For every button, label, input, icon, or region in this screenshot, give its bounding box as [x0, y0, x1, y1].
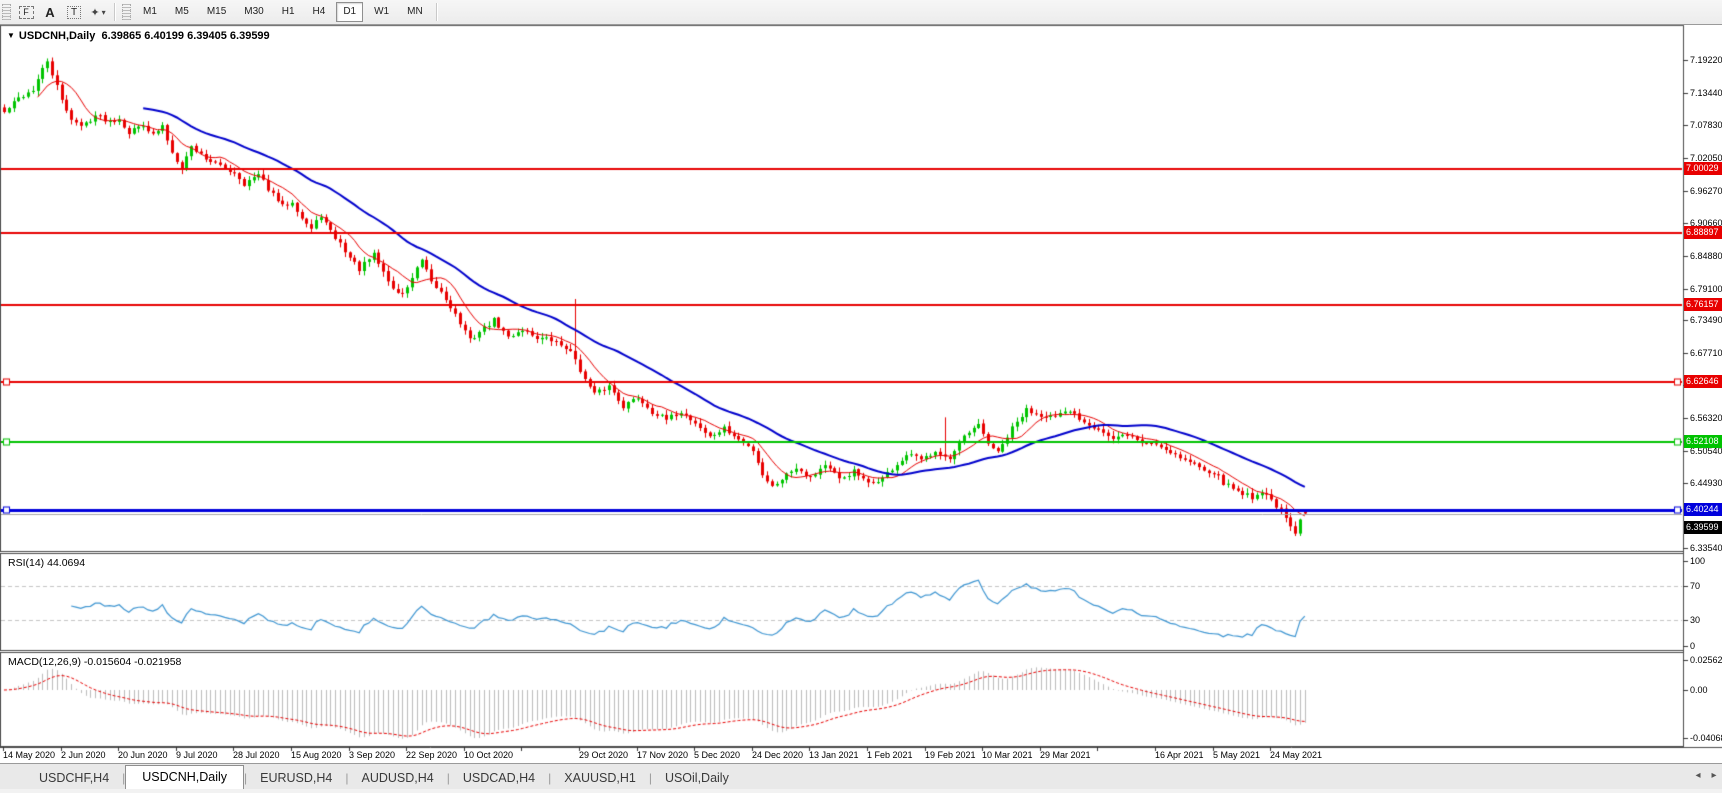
timeframe-button-m15[interactable]: M15 — [200, 2, 233, 22]
date-label: 20 Jun 2020 — [118, 750, 168, 760]
hline-price-badge: 6.52108 — [1684, 435, 1722, 448]
top-toolbar: F A T ✦ ▾ M1 M5 M15 M30 H1 H4 D1 W1 MN — [0, 0, 1722, 25]
macd-tick-label: 0.02562 — [1690, 655, 1722, 665]
chart-tab-usdchf-h4[interactable]: USDCHF,H4 — [26, 767, 122, 790]
timeframe-button-h4[interactable]: H4 — [306, 2, 333, 22]
chart-tab-xauusd-h1[interactable]: XAUUSD,H1 — [551, 767, 649, 790]
chart-tab-audusd-h4[interactable]: AUDUSD,H4 — [349, 767, 447, 790]
date-label: 17 Nov 2020 — [637, 750, 689, 760]
date-label: 5 May 2021 — [1213, 750, 1261, 760]
price-tick-label: 6.56320 — [1690, 413, 1722, 423]
chart-title: ▼ USDCNH,Daily 6.39865 6.40199 6.39405 6.… — [7, 30, 270, 42]
date-label: 22 Sep 2020 — [406, 750, 458, 760]
rsi-tick-label: 100 — [1690, 556, 1706, 566]
price-tick-label: 6.79100 — [1690, 284, 1722, 294]
chart-tab-eurusd-h4[interactable]: EURUSD,H4 — [247, 767, 345, 790]
timeframe-button-m1[interactable]: M1 — [136, 2, 164, 22]
date-label: 13 Jan 2021 — [809, 750, 859, 760]
price-tick-label: 7.07830 — [1690, 120, 1722, 130]
toolbar-grip[interactable] — [122, 4, 131, 20]
date-label: 3 Sep 2020 — [349, 750, 396, 760]
toolbar-grip[interactable] — [2, 4, 11, 20]
toolbar-separator — [435, 3, 438, 21]
timeframe-button-m30[interactable]: M30 — [237, 2, 270, 22]
hline-price-badge: 6.40244 — [1684, 503, 1722, 516]
date-label: 9 Jul 2020 — [176, 750, 218, 760]
chart-symbol: USDCNH,Daily — [18, 30, 96, 42]
rsi-label: RSI(14) 44.0694 — [8, 557, 86, 569]
date-label: 14 May 2020 — [3, 750, 56, 760]
date-label: 15 Aug 2020 — [291, 750, 342, 760]
timeframe-button-mn[interactable]: MN — [400, 2, 430, 22]
price-tick-label: 7.19220 — [1690, 55, 1722, 65]
timeframe-button-h1[interactable]: H1 — [275, 2, 302, 22]
chart-dropdown-icon[interactable]: ▼ — [7, 31, 15, 40]
macd-tick-label: -0.04068 — [1690, 733, 1722, 743]
price-tick-label: 6.96270 — [1690, 186, 1722, 196]
rsi-tick-label: 70 — [1690, 581, 1701, 591]
macd-label: MACD(12,26,9) -0.015604 -0.021958 — [8, 656, 182, 668]
text-tool-icon: A — [45, 4, 55, 20]
macd-tick-label: 0.00 — [1690, 685, 1708, 695]
date-label: 1 Feb 2021 — [867, 750, 913, 760]
timeframes-toolbar: M1 M5 M15 M30 H1 H4 D1 W1 MN — [134, 2, 432, 22]
hline-price-badge: 6.62646 — [1684, 375, 1722, 388]
hline-price-badge: 6.76157 — [1684, 298, 1722, 311]
price-tick-label: 6.84880 — [1690, 251, 1722, 261]
date-label: 29 Oct 2020 — [579, 750, 629, 760]
date-label: 28 Jul 2020 — [233, 750, 280, 760]
dropdown-caret-icon[interactable]: ▾ — [102, 8, 106, 17]
price-tick-label: 6.73490 — [1690, 315, 1722, 325]
timeframe-button-d1[interactable]: D1 — [336, 2, 364, 22]
arrows-tool-button[interactable]: ✦ ▾ — [87, 2, 109, 22]
timeframe-button-w1[interactable]: W1 — [367, 2, 396, 22]
price-tick-label: 7.13440 — [1690, 88, 1722, 98]
text-tool-button[interactable]: A — [39, 2, 61, 22]
rsi-value: 44.0694 — [47, 557, 86, 569]
date-label: 10 Mar 2021 — [982, 750, 1033, 760]
macd-values: -0.015604 -0.021958 — [83, 656, 182, 668]
line-studies-toolbar: F A T ✦ ▾ — [14, 2, 110, 22]
date-label: 16 Apr 2021 — [1155, 750, 1204, 760]
date-label: 24 May 2021 — [1270, 750, 1323, 760]
chart-tab-usdcad-h4[interactable]: USDCAD,H4 — [450, 767, 548, 790]
price-tick-label: 6.44930 — [1690, 478, 1722, 488]
date-label: 10 Oct 2020 — [464, 750, 514, 760]
fibonacci-tool-icon: F — [18, 5, 34, 19]
hline-price-badge: 7.00029 — [1684, 162, 1722, 175]
tab-scroll-right-icon[interactable]: ▸ — [1708, 770, 1720, 781]
chart-tab-usdcnh-daily[interactable]: USDCNH,Daily — [125, 765, 245, 790]
hline-price-badge: 6.88897 — [1684, 226, 1722, 239]
rsi-tick-label: 0 — [1690, 641, 1696, 651]
price-tick-label: 6.33540 — [1690, 543, 1722, 553]
text-label-tool-icon: T — [67, 5, 81, 19]
tab-scroll-left-icon[interactable]: ◂ — [1692, 770, 1704, 781]
chart-tab-bar: USDCHF,H4 | USDCNH,Daily | EURUSD,H4 | AUDUSD,… — [0, 763, 1722, 790]
arrows-tool-icon: ✦ — [90, 6, 100, 19]
text-label-tool-button[interactable]: T — [63, 2, 85, 22]
date-label: 19 Feb 2021 — [925, 750, 976, 760]
date-label: 29 Mar 2021 — [1040, 750, 1091, 760]
chart-ohlc-values: 6.39865 6.40199 6.39405 6.39599 — [101, 30, 270, 42]
toolbar-separator — [114, 3, 116, 21]
price-tick-label: 6.67710 — [1690, 348, 1722, 358]
date-label: 2 Jun 2020 — [61, 750, 106, 760]
date-label: 24 Dec 2020 — [752, 750, 804, 760]
price-chart[interactable] — [0, 0, 1722, 793]
rsi-tick-label: 30 — [1690, 615, 1701, 625]
chart-tab-usoil-daily[interactable]: USOil,Daily — [652, 767, 742, 790]
fibonacci-tool-button[interactable]: F — [15, 2, 37, 22]
metatrader-window: F A T ✦ ▾ M1 M5 M15 M30 H1 H4 D1 W1 MN ▼ USDCNH,Daily… — [0, 0, 1722, 793]
timeframe-button-m5[interactable]: M5 — [168, 2, 196, 22]
date-label: 5 Dec 2020 — [694, 750, 741, 760]
status-strip — [0, 789, 1722, 793]
current-price-badge: 6.39599 — [1684, 521, 1722, 534]
